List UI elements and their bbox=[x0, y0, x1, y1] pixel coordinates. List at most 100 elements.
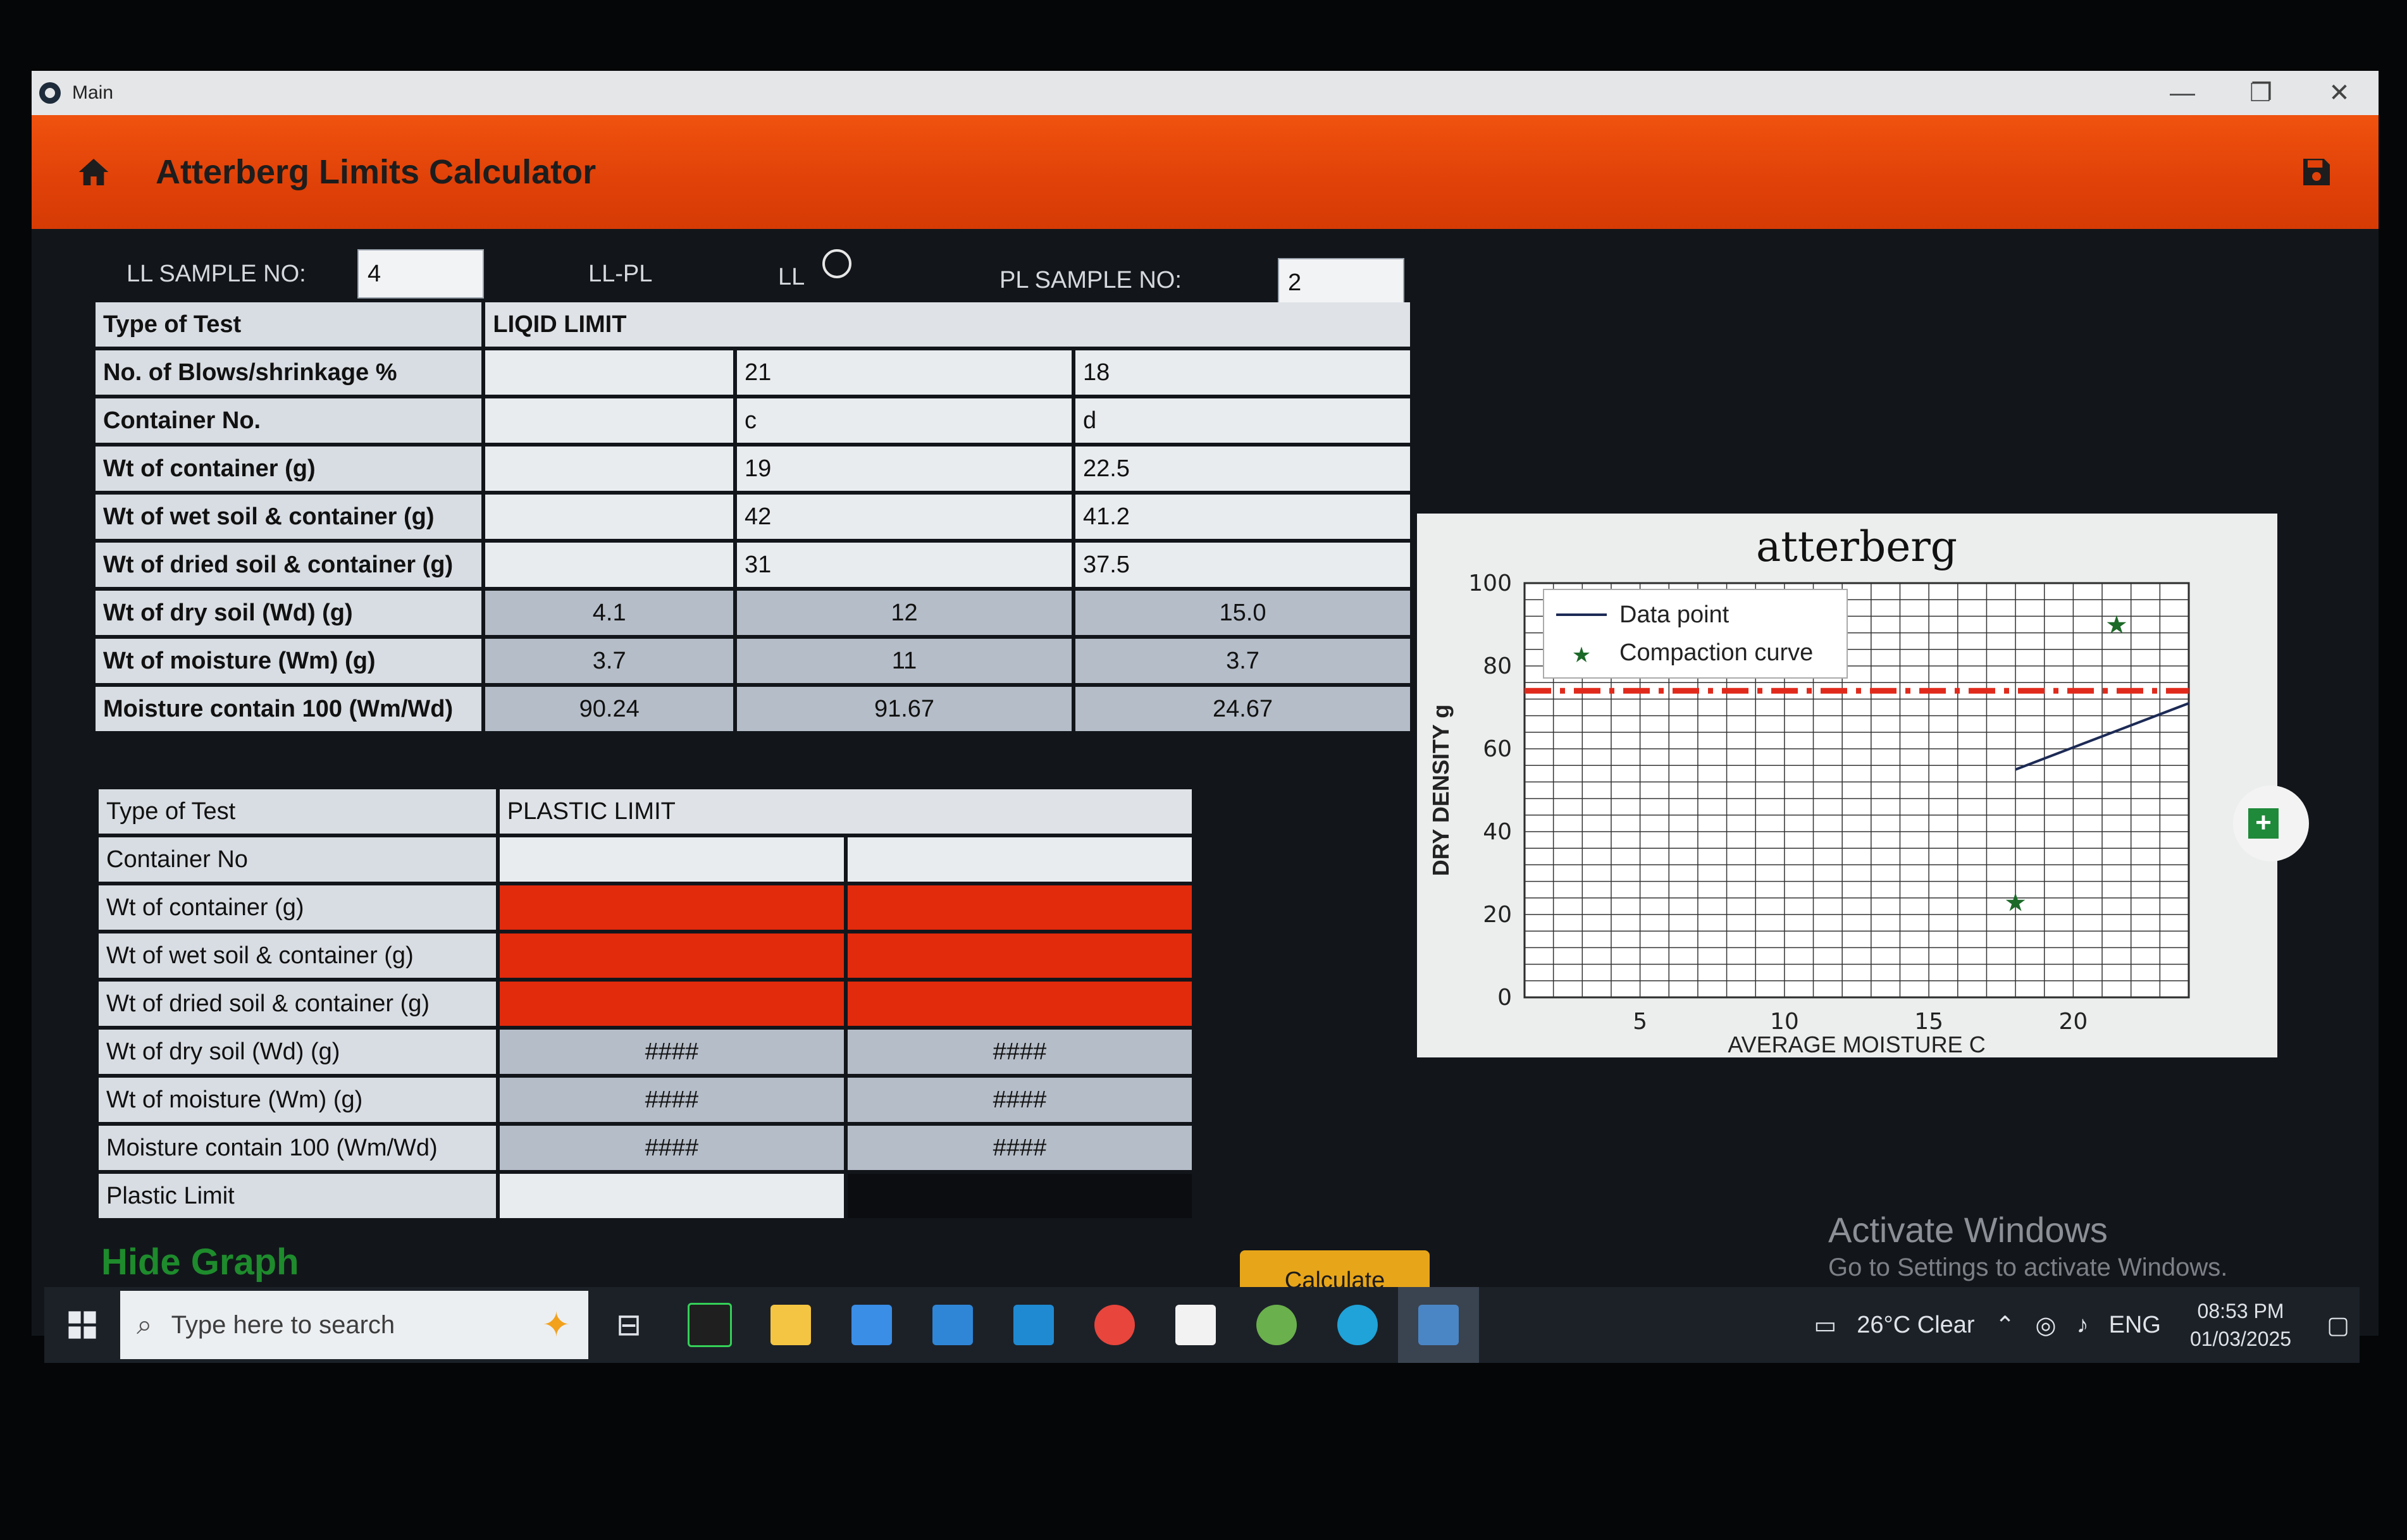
table-cell[interactable] bbox=[485, 495, 733, 539]
computed-cell: 15.0 bbox=[1075, 591, 1410, 635]
close-button[interactable]: ✕ bbox=[2300, 71, 2379, 115]
network-icon[interactable]: ◎ bbox=[2035, 1311, 2056, 1340]
table-cell[interactable]: 31 bbox=[737, 543, 1072, 587]
computed-cell: 12 bbox=[737, 591, 1072, 635]
minimize-button[interactable]: — bbox=[2143, 71, 2222, 115]
row-label: Type of Test bbox=[96, 302, 482, 347]
computed-cell: #### bbox=[499, 1030, 844, 1074]
activation-watermark-text: Go to Settings to activate Windows. bbox=[1828, 1254, 2228, 1281]
hide-graph-link[interactable]: Hide Graph bbox=[101, 1241, 299, 1283]
app-header: Atterberg Limits Calculator bbox=[32, 115, 2379, 229]
qgis-icon[interactable] bbox=[1236, 1287, 1317, 1363]
computed-cell: 3.7 bbox=[1075, 639, 1410, 683]
legend-label: Compaction curve bbox=[1619, 639, 1813, 666]
table-cell[interactable]: 42 bbox=[737, 495, 1072, 539]
weather-text[interactable]: 26°C Clear bbox=[1857, 1312, 1974, 1339]
table-cell[interactable] bbox=[485, 350, 733, 395]
y-tick-label: 60 bbox=[1483, 736, 1512, 762]
y-tick-label: 20 bbox=[1483, 902, 1512, 928]
compaction-curve-marker: ★ bbox=[2004, 889, 2027, 916]
table-cell[interactable]: 19 bbox=[737, 447, 1072, 491]
table-row: Wt of dry soil (Wd) (g) 4.1 12 15.0 bbox=[96, 591, 1410, 635]
edge-icon[interactable] bbox=[1317, 1287, 1398, 1363]
taskbar-search-input[interactable]: ⌕ Type here to search ✦ bbox=[120, 1291, 588, 1359]
ll-pl-mode-label[interactable]: LL-PL bbox=[588, 261, 652, 288]
notification-icon[interactable]: ▢ bbox=[2327, 1311, 2349, 1340]
table-row: Moisture contain 100 (Wm/Wd) #### #### bbox=[99, 1126, 1192, 1170]
pycharm-icon[interactable] bbox=[669, 1287, 750, 1363]
ll-sample-input[interactable]: 4 bbox=[357, 249, 484, 299]
title-bar: Main — ❐ ✕ bbox=[32, 71, 2379, 115]
computed-cell: 3.7 bbox=[485, 639, 733, 683]
table-cell[interactable] bbox=[485, 543, 733, 587]
row-label: No. of Blows/shrinkage % bbox=[96, 350, 482, 395]
compaction-curve-marker: ★ bbox=[2105, 612, 2128, 639]
row-label: Type of Test bbox=[99, 789, 496, 834]
clock[interactable]: 08:53 PM 01/03/2025 bbox=[2190, 1297, 2291, 1353]
acrobat-icon[interactable] bbox=[1155, 1287, 1236, 1363]
table-cell[interactable] bbox=[847, 837, 1192, 882]
table-cell[interactable]: 22.5 bbox=[1075, 447, 1410, 491]
computed-cell: 24.67 bbox=[1075, 687, 1410, 731]
computed-cell: #### bbox=[499, 1078, 844, 1122]
x-tick-label: 5 bbox=[1633, 1009, 1647, 1035]
table-cell[interactable] bbox=[485, 447, 733, 491]
table-row: Wt of container (g) 19 22.5 bbox=[96, 447, 1410, 491]
row-label: Wt of wet soil & container (g) bbox=[99, 933, 496, 978]
error-input-cell[interactable] bbox=[499, 933, 844, 978]
restore-button[interactable]: ❐ bbox=[2222, 71, 2300, 115]
table-row: Wt of container (g) bbox=[99, 885, 1192, 930]
speaker-icon[interactable]: ♪ bbox=[2077, 1312, 2089, 1339]
error-input-cell[interactable] bbox=[847, 982, 1192, 1026]
table-cell[interactable]: d bbox=[1075, 398, 1410, 443]
table-cell[interactable]: c bbox=[737, 398, 1072, 443]
error-input-cell[interactable] bbox=[847, 885, 1192, 930]
table-cell[interactable]: 21 bbox=[737, 350, 1072, 395]
row-label: Wt of dry soil (Wd) (g) bbox=[96, 591, 482, 635]
language-indicator[interactable]: ENG bbox=[2109, 1312, 2161, 1339]
computed-cell: #### bbox=[847, 1030, 1192, 1074]
table-row: Type of Test PLASTIC LIMIT bbox=[99, 789, 1192, 834]
error-input-cell[interactable] bbox=[847, 933, 1192, 978]
home-icon[interactable] bbox=[76, 154, 111, 190]
table-cell[interactable]: 37.5 bbox=[1075, 543, 1410, 587]
legend-label: Data point bbox=[1619, 601, 1729, 628]
computed-cell: #### bbox=[847, 1078, 1192, 1122]
app-window: Main — ❐ ✕ Atterberg Limits Calculator L… bbox=[32, 71, 2379, 1336]
vscode-icon[interactable] bbox=[993, 1287, 1074, 1363]
row-label: Container No. bbox=[96, 398, 482, 443]
mail-icon[interactable] bbox=[912, 1287, 993, 1363]
table-row: Wt of dried soil & container (g) bbox=[99, 982, 1192, 1026]
row-label: Wt of dried soil & container (g) bbox=[96, 543, 482, 587]
ll-radio-button[interactable] bbox=[822, 249, 851, 278]
table-cell[interactable] bbox=[499, 837, 844, 882]
error-input-cell[interactable] bbox=[499, 885, 844, 930]
plastic-limit-result bbox=[499, 1174, 844, 1218]
computed-cell: 90.24 bbox=[485, 687, 733, 731]
windows-start-icon[interactable] bbox=[44, 1287, 120, 1363]
file-explorer-icon[interactable] bbox=[750, 1287, 831, 1363]
row-label: Wt of moisture (Wm) (g) bbox=[96, 639, 482, 683]
table-cell[interactable]: 41.2 bbox=[1075, 495, 1410, 539]
table-cell[interactable] bbox=[485, 398, 733, 443]
plus-icon: + bbox=[2248, 808, 2279, 839]
table-row: Type of Test LIQID LIMIT bbox=[96, 302, 1410, 347]
table-row: Wt of wet soil & container (g) bbox=[99, 933, 1192, 978]
plastic-limit-table: Type of Test PLASTIC LIMIT Container No … bbox=[95, 785, 1196, 1222]
computed-cell: 4.1 bbox=[485, 591, 733, 635]
store-icon[interactable] bbox=[831, 1287, 912, 1363]
table-row: Wt of moisture (Wm) (g) #### #### bbox=[99, 1078, 1192, 1122]
save-icon[interactable] bbox=[2299, 154, 2334, 190]
chevron-up-icon[interactable]: ⌃ bbox=[1995, 1311, 2015, 1340]
add-button[interactable]: + bbox=[2233, 785, 2309, 861]
x-tick-label: 20 bbox=[2058, 1009, 2088, 1035]
error-input-cell[interactable] bbox=[499, 982, 844, 1026]
legend-star-swatch: ★ bbox=[1572, 643, 1591, 667]
table-cell[interactable]: 18 bbox=[1075, 350, 1410, 395]
pl-sample-label: PL SAMPLE NO: bbox=[999, 267, 1182, 293]
window-title: Main bbox=[72, 82, 114, 103]
python-app-icon[interactable] bbox=[1398, 1287, 1479, 1363]
task-view-icon[interactable]: ⊟ bbox=[588, 1287, 669, 1363]
chrome-icon[interactable] bbox=[1074, 1287, 1155, 1363]
row-label: Wt of dry soil (Wd) (g) bbox=[99, 1030, 496, 1074]
